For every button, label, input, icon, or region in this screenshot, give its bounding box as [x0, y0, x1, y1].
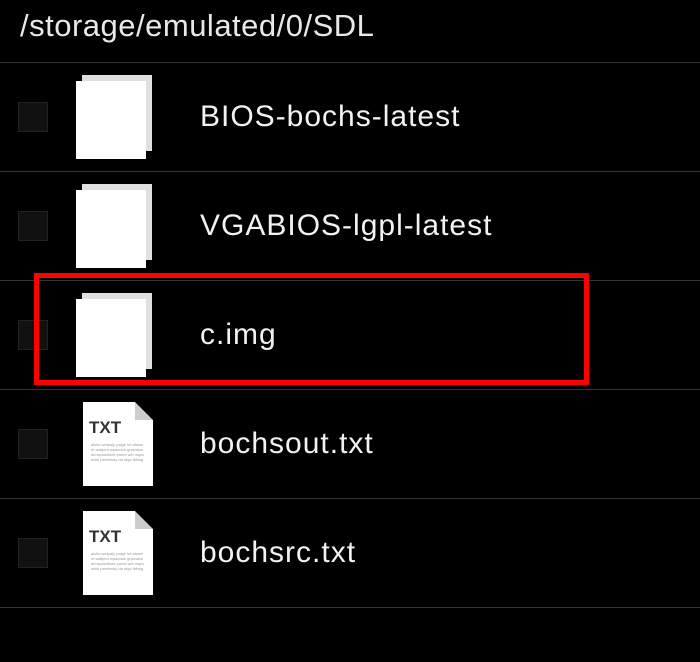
file-list: BIOS-bochs-latest VGABIOS-lgpl-latest c.…: [0, 62, 700, 608]
txt-badge: TXT: [89, 418, 121, 438]
txt-file-icon: TXT aiofw wefpaly paige iof afweeet waii…: [76, 402, 160, 486]
file-row[interactable]: BIOS-bochs-latest: [0, 63, 700, 172]
checkbox[interactable]: [18, 538, 48, 568]
file-name: c.img: [200, 318, 277, 352]
file-name: bochsrc.txt: [200, 536, 356, 570]
txt-file-icon: TXT aiofw wefpaly paige iof afweeet waii…: [76, 511, 160, 595]
checkbox[interactable]: [18, 429, 48, 459]
checkbox[interactable]: [18, 320, 48, 350]
file-name: bochsout.txt: [200, 427, 374, 461]
file-icon: [76, 293, 160, 377]
file-name: BIOS-bochs-latest: [200, 100, 460, 134]
file-row[interactable]: VGABIOS-lgpl-latest: [0, 172, 700, 281]
file-row[interactable]: TXT aiofw wefpaly paige iof afweeet waii…: [0, 499, 700, 608]
path-bar[interactable]: /storage/emulated/0/SDL: [0, 0, 700, 62]
file-icon: [76, 75, 160, 159]
checkbox[interactable]: [18, 211, 48, 241]
file-row[interactable]: c.img: [0, 281, 700, 390]
file-name: VGABIOS-lgpl-latest: [200, 209, 492, 243]
txt-badge: TXT: [89, 527, 121, 547]
file-row[interactable]: TXT aiofw wefpaly paige iof afweeet waii…: [0, 390, 700, 499]
file-icon: [76, 184, 160, 268]
checkbox[interactable]: [18, 102, 48, 132]
